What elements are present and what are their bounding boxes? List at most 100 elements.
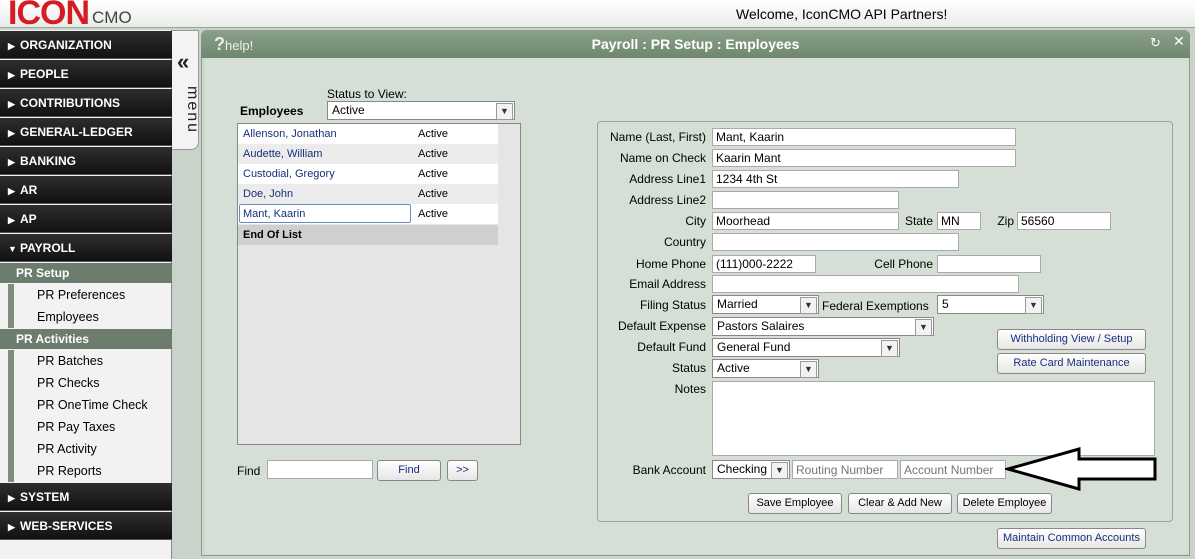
subnav-employees[interactable]: Employees [8, 306, 172, 328]
find-button[interactable]: Find [377, 460, 441, 481]
employee-name: Custodial, Gregory [243, 168, 335, 180]
bank-account-label: Bank Account [632, 463, 706, 477]
triangle-right-icon: ▶ [8, 99, 15, 109]
employee-name: Audette, William [243, 148, 323, 160]
find-input[interactable] [267, 460, 373, 479]
name-input[interactable] [712, 128, 1016, 146]
nav-banking[interactable]: ▶ BANKING [0, 147, 172, 175]
list-item-selected[interactable]: Mant, Kaarin Active [238, 204, 498, 224]
zip-label: Zip [997, 214, 1014, 228]
name-on-check-input[interactable] [712, 149, 1016, 167]
nav-organization[interactable]: ▶ ORGANIZATION [0, 31, 172, 59]
notes-textarea[interactable] [712, 381, 1155, 456]
routing-number-input[interactable] [792, 460, 898, 479]
subnav-pr-setup[interactable]: PR Setup [0, 263, 172, 283]
subnav-pr-batches[interactable]: PR Batches [8, 350, 172, 372]
employee-status: Active [418, 188, 448, 200]
nav-people[interactable]: ▶ PEOPLE [0, 60, 172, 88]
chevron-down-icon: ▼ [800, 361, 817, 378]
clear-add-new-button[interactable]: Clear & Add New [848, 493, 952, 514]
default-expense-value: Pastors Salaires [717, 319, 805, 333]
subnav-pr-activity[interactable]: PR Activity [8, 438, 172, 460]
employee-name: Allenson, Jonathan [243, 128, 337, 140]
status-to-view-label: Status to View: [327, 87, 407, 101]
status-to-view-select[interactable]: Active ▼ [327, 101, 515, 120]
triangle-right-icon: ▶ [8, 128, 15, 138]
triangle-down-icon: ▼ [8, 244, 17, 254]
save-employee-button[interactable]: Save Employee [748, 493, 842, 514]
state-input[interactable] [937, 212, 981, 230]
maintain-common-accounts-button[interactable]: Maintain Common Accounts [997, 528, 1146, 549]
default-fund-label: Default Fund [637, 340, 706, 354]
next-button[interactable]: >> [447, 460, 478, 481]
name-label: Name (Last, First) [609, 130, 706, 144]
nav-payroll[interactable]: ▼ PAYROLL [0, 234, 172, 262]
nav-ap[interactable]: ▶ AP [0, 205, 172, 233]
status-select[interactable]: Active ▼ [712, 359, 819, 378]
address2-input[interactable] [712, 191, 899, 209]
subnav-pr-preferences[interactable]: PR Preferences [8, 284, 172, 306]
federal-exemptions-select[interactable]: 5 ▼ [937, 295, 1044, 314]
address1-input[interactable] [712, 170, 959, 188]
help-link[interactable]: ?help! [214, 34, 253, 55]
nav-label: GENERAL-LEDGER [20, 125, 133, 139]
subnav-pr-onetime-check[interactable]: PR OneTime Check [8, 394, 172, 416]
nav-contributions[interactable]: ▶ CONTRIBUTIONS [0, 89, 172, 117]
triangle-right-icon: ▶ [8, 215, 15, 225]
employee-status: Active [418, 128, 448, 140]
menu-toggle-tab[interactable]: « menu [172, 30, 201, 150]
delete-employee-button[interactable]: Delete Employee [957, 493, 1052, 514]
nav-system[interactable]: ▶ SYSTEM [0, 483, 172, 511]
default-expense-select[interactable]: Pastors Salaires ▼ [712, 317, 934, 336]
end-of-list-label: End Of List [243, 229, 302, 241]
filing-status-select[interactable]: Married ▼ [712, 295, 819, 314]
bank-account-type-select[interactable]: Checking ▼ [712, 460, 790, 479]
chevron-down-icon: ▼ [800, 297, 817, 314]
subnav-pr-reports[interactable]: PR Reports [8, 460, 172, 482]
app-logo[interactable]: ICON [8, 0, 90, 32]
subnav-pr-checks[interactable]: PR Checks [8, 372, 172, 394]
panel-title: Payroll : PR Setup : Employees [591, 36, 800, 52]
close-icon[interactable]: ✕ [1173, 33, 1185, 50]
subnav-pr-activities[interactable]: PR Activities [0, 329, 172, 349]
employee-status: Active [418, 148, 448, 160]
chevron-down-icon: ▼ [771, 462, 788, 479]
account-number-input[interactable] [900, 460, 1006, 479]
subnav-pr-pay-taxes[interactable]: PR Pay Taxes [8, 416, 172, 438]
chevron-down-icon: ▼ [881, 340, 898, 357]
nav-general-ledger[interactable]: ▶ GENERAL-LEDGER [0, 118, 172, 146]
email-label: Email Address [629, 277, 706, 291]
filing-status-label: Filing Status [639, 298, 706, 312]
list-item[interactable]: Audette, William Active [238, 144, 498, 164]
city-input[interactable] [712, 212, 899, 230]
nav-ar[interactable]: ▶ AR [0, 176, 172, 204]
double-chevron-left-icon: « [177, 49, 190, 74]
nav-label: PEOPLE [20, 67, 69, 81]
cell-phone-label: Cell Phone [874, 257, 933, 271]
list-item[interactable]: Custodial, Gregory Active [238, 164, 498, 184]
withholding-button[interactable]: Withholding View / Setup [997, 329, 1146, 350]
triangle-right-icon: ▶ [8, 522, 15, 532]
chevron-down-icon: ▼ [915, 319, 932, 336]
employee-status: Active [418, 168, 448, 180]
federal-exemptions-label: Federal Exemptions [822, 299, 929, 313]
end-of-list: End Of List [238, 225, 498, 245]
list-item[interactable]: Allenson, Jonathan Active [238, 124, 498, 144]
logo-main-text: ICON [8, 0, 90, 32]
default-fund-select[interactable]: General Fund ▼ [712, 338, 900, 357]
zip-input[interactable] [1017, 212, 1111, 230]
email-input[interactable] [712, 275, 1019, 293]
home-phone-input[interactable] [712, 255, 816, 273]
welcome-message: Welcome, IconCMO API Partners! [736, 6, 948, 22]
country-input[interactable] [712, 233, 959, 251]
list-item[interactable]: Doe, John Active [238, 184, 498, 204]
nav-web-services[interactable]: ▶ WEB-SERVICES [0, 512, 172, 540]
nav-label: AR [20, 183, 38, 197]
help-question-icon: ? [214, 34, 225, 54]
refresh-icon[interactable]: ↻ [1150, 35, 1161, 51]
cell-phone-input[interactable] [937, 255, 1041, 273]
chevron-down-icon: ▼ [1025, 297, 1042, 314]
employee-name: Mant, Kaarin [243, 208, 306, 220]
home-phone-label: Home Phone [635, 257, 706, 271]
rate-card-button[interactable]: Rate Card Maintenance [997, 353, 1146, 374]
